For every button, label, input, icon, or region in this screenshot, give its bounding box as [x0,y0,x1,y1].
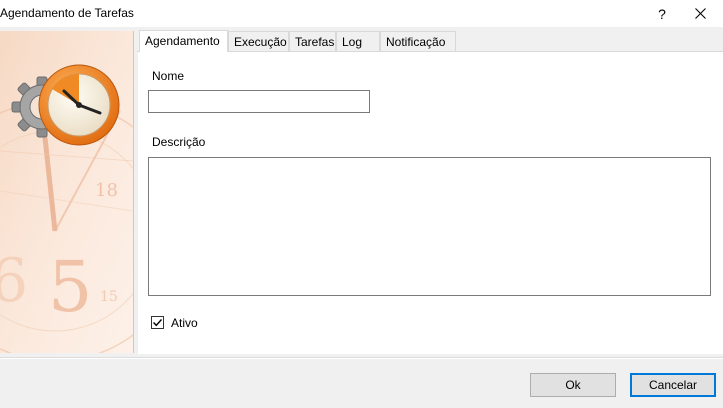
tab-agendamento[interactable]: Agendamento [139,30,228,52]
close-icon [694,8,706,19]
footer-divider-highlight [0,358,723,359]
tab-execucao[interactable]: Execução [228,31,289,51]
name-label: Nome [152,69,185,83]
checkmark-icon [153,319,163,327]
description-textarea[interactable] [148,157,711,296]
svg-text:6: 6 [0,246,28,316]
scheduler-banner-illustration: 5 6 18 15 [0,31,133,353]
close-button[interactable] [680,0,720,27]
name-input[interactable] [148,90,370,113]
tab-content-agendamento: Nome Descrição Ativo [138,52,723,354]
description-label: Descrição [152,135,206,149]
tab-notificacao[interactable]: Notificação [380,31,456,51]
tab-bar: Agendamento Execução Tarefas Log Notific… [137,30,723,52]
svg-text:5: 5 [48,246,93,328]
help-button[interactable]: ? [642,0,682,27]
cancel-button[interactable]: Cancelar [630,373,716,397]
tab-log[interactable]: Log [336,31,380,51]
tab-tarefas[interactable]: Tarefas [289,31,336,51]
svg-text:18: 18 [95,180,118,201]
ok-button[interactable]: Ok [530,373,616,397]
active-checkbox[interactable] [151,316,164,329]
side-banner: 5 6 18 15 [0,31,134,353]
window-title: Agendamento de Tarefas [0,6,134,20]
active-label[interactable]: Ativo [171,316,198,330]
title-bar: Agendamento de Tarefas ? [0,0,723,27]
svg-text:15: 15 [100,289,118,305]
